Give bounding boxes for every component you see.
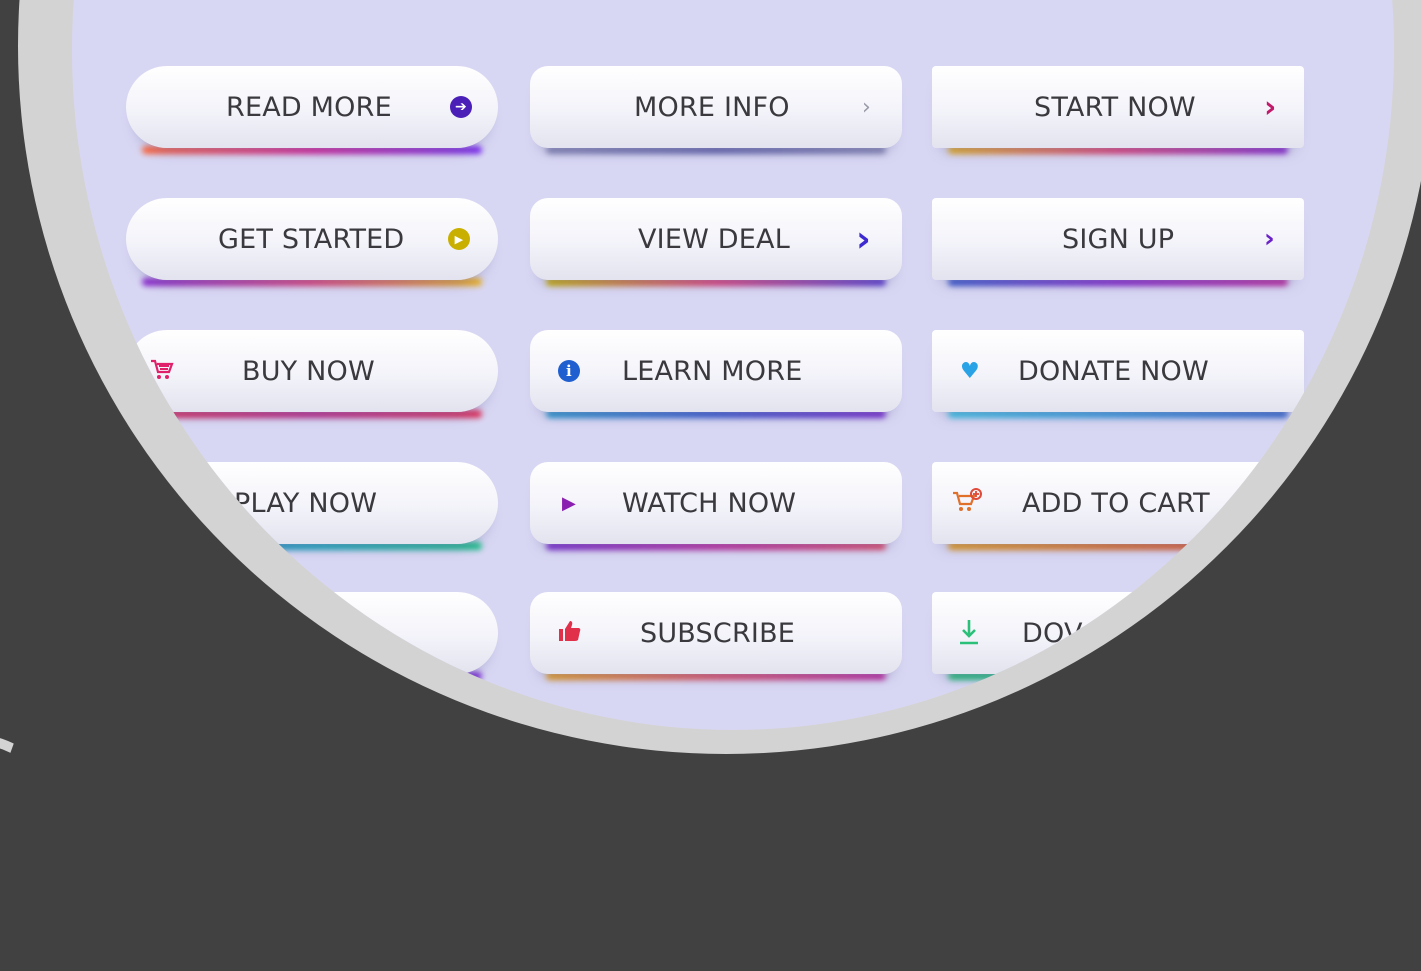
play-circle-icon: ▶	[448, 228, 470, 250]
play-now-label: PLAY NOW	[234, 487, 378, 519]
subscribe-button[interactable]: SUBSCRIBE	[530, 592, 902, 674]
donate-now-label: DONATE NOW	[1018, 355, 1209, 387]
get-started-button[interactable]: GET STARTED ▶	[126, 198, 498, 280]
download-icon	[958, 618, 980, 646]
play-now-button[interactable]: PLAY NOW	[126, 462, 498, 544]
thumbs-up-icon	[558, 620, 582, 642]
add-to-cart-button[interactable]: ADD TO CART	[932, 462, 1304, 544]
chevron-right-icon: ›	[1264, 224, 1275, 254]
cart-icon	[150, 358, 174, 382]
chevron-right-icon: ›	[1264, 89, 1277, 125]
read-more-label: READ MORE	[226, 91, 392, 123]
chevron-right-icon: ›	[856, 218, 872, 260]
chevron-right-icon: ›	[862, 94, 871, 120]
sign-up-button[interactable]: SIGN UP ›	[932, 198, 1304, 280]
background-arc	[0, 708, 120, 971]
get-started-label: GET STARTED	[218, 223, 405, 255]
heart-icon: ♥	[960, 358, 980, 384]
buy-now-button[interactable]: BUY NOW	[126, 330, 498, 412]
more-info-button[interactable]: MORE INFO ›	[530, 66, 902, 148]
button-showcase: READ MORE ➔ MORE INFO › START NOW › GET …	[72, 0, 1394, 730]
info-icon: i	[558, 360, 580, 382]
watch-now-label: WATCH NOW	[622, 487, 797, 519]
view-deal-label: VIEW DEAL	[638, 223, 790, 255]
add-to-cart-label: ADD TO CART	[1022, 487, 1210, 519]
add-to-cart-icon	[952, 488, 982, 516]
start-now-label: START NOW	[1034, 91, 1196, 123]
download-button-left[interactable]: D	[126, 592, 498, 674]
subscribe-label: SUBSCRIBE	[640, 617, 796, 649]
play-icon: ▶	[562, 492, 577, 514]
start-now-button[interactable]: START NOW ›	[932, 66, 1304, 148]
donate-now-button[interactable]: ♥ DONATE NOW	[932, 330, 1304, 412]
buy-now-label: BUY NOW	[242, 355, 375, 387]
read-more-button[interactable]: READ MORE ➔	[126, 66, 498, 148]
download-label-left: D	[356, 617, 377, 649]
learn-more-label: LEARN MORE	[622, 355, 803, 387]
watch-now-button[interactable]: ▶ WATCH NOW	[530, 462, 902, 544]
download-button-right[interactable]: DOV	[932, 592, 1304, 674]
sign-up-label: SIGN UP	[1062, 223, 1175, 255]
learn-more-button[interactable]: i LEARN MORE	[530, 330, 902, 412]
arrow-circle-icon: ➔	[450, 96, 472, 118]
download-label-right: DOV	[1022, 617, 1083, 649]
more-info-label: MORE INFO	[634, 91, 790, 123]
view-deal-button[interactable]: VIEW DEAL ›	[530, 198, 902, 280]
